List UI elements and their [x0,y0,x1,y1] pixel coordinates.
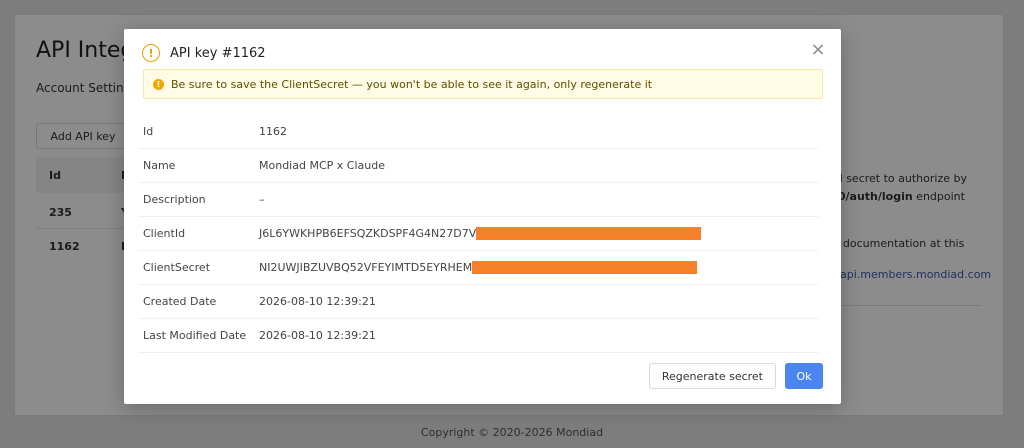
client-secret-text: NI2UWJIBZUVBQ52VFEYIMTD5EYRHEM [259,261,473,274]
detail-label: Id [143,125,154,138]
redaction-bar [472,261,698,274]
regenerate-secret-button[interactable]: Regenerate secret [648,363,776,389]
detail-row-id: Id 1162 [138,115,818,149]
detail-label: Created Date [143,295,217,308]
detail-row-description: Description – [138,183,818,217]
api-key-modal: ! API key #1162 × ! Be sure to save the … [124,29,841,404]
modal-footer: Regenerate secret Ok [648,363,823,389]
exclamation-circle-icon: ! [142,44,160,62]
detail-row-modified: Last Modified Date 2026-08-10 12:39:21 [138,319,818,353]
detail-value: 1162 [259,125,287,138]
detail-row-created: Created Date 2026-08-10 12:39:21 [138,285,818,319]
client-secret-value: NI2UWJIBZUVBQ52VFEYIMTD5EYRHEM [259,261,698,274]
detail-value: – [259,193,265,206]
client-id-value: J6L6YWKHPB6EFSQZKDSPF4G4N27D7V [259,227,702,240]
detail-row-client-secret: ClientSecret NI2UWJIBZUVBQ52VFEYIMTD5EYR… [138,251,818,285]
key-details: Id 1162 Name Mondiad MCP x Claude Descri… [138,115,818,353]
client-id-text: J6L6YWKHPB6EFSQZKDSPF4G4N27D7V [259,227,477,240]
warning-alert: ! Be sure to save the ClientSecret — you… [143,69,823,99]
modal-header: ! API key #1162 [142,42,266,64]
detail-label: ClientSecret [143,261,211,274]
close-icon[interactable]: × [809,41,827,59]
detail-label: ClientId [143,227,186,240]
warning-icon: ! [153,78,164,90]
detail-label: Name [143,159,176,172]
detail-label: Last Modified Date [143,329,247,342]
detail-row-name: Name Mondiad MCP x Claude [138,149,818,183]
redaction-bar [476,227,702,240]
detail-label: Description [143,193,206,206]
detail-value: Mondiad MCP x Claude [259,159,385,172]
detail-value: 2026-08-10 12:39:21 [259,295,376,308]
detail-row-client-id: ClientId J6L6YWKHPB6EFSQZKDSPF4G4N27D7V [138,217,818,251]
modal-title: API key #1162 [170,45,266,61]
detail-value: 2026-08-10 12:39:21 [259,329,376,342]
ok-button[interactable]: Ok [785,363,823,389]
alert-text: Be sure to save the ClientSecret — you w… [171,77,653,91]
